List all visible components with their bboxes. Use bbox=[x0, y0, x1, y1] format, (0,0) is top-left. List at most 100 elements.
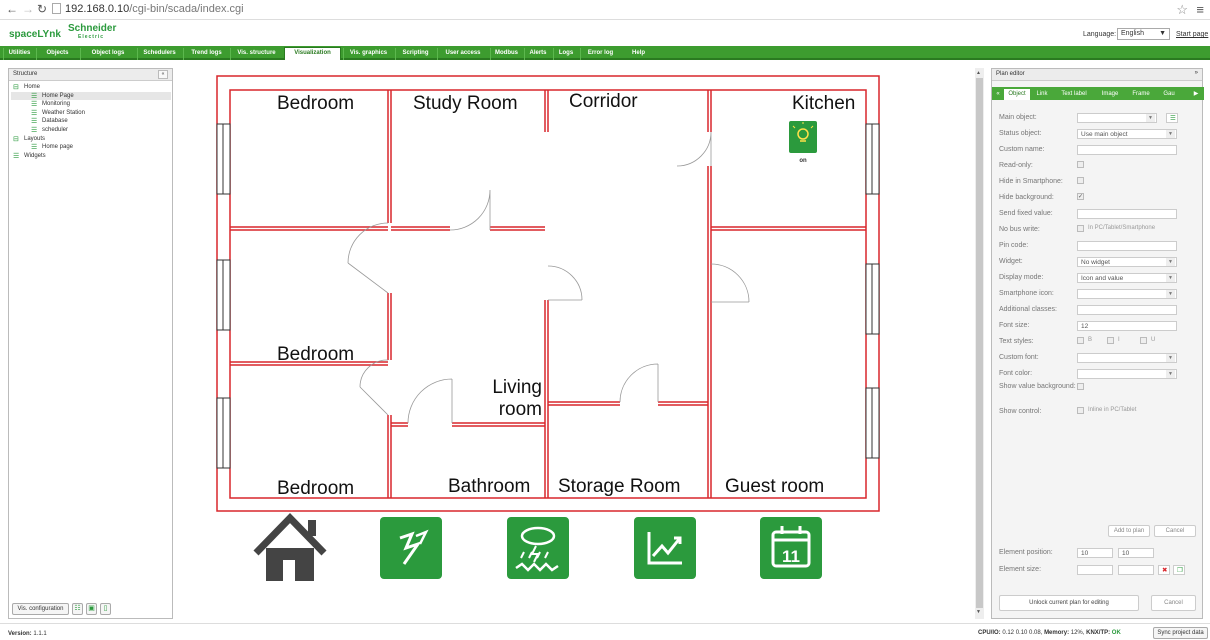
cancel-button[interactable]: Cancel bbox=[1154, 525, 1196, 537]
tree-item[interactable]: ☰ Weather Station bbox=[11, 109, 171, 117]
tab-object-logs[interactable]: Object logs bbox=[80, 48, 135, 60]
visualization-canvas[interactable]: Bedroom Study Room Corridor Kitchen Bedr… bbox=[180, 68, 972, 619]
tree-item[interactable]: ☰ scheduler bbox=[11, 126, 171, 134]
trend-icon[interactable] bbox=[634, 517, 696, 579]
editor-tab-image[interactable]: Image bbox=[1096, 89, 1124, 100]
calendar-icon[interactable]: 11 bbox=[760, 517, 822, 579]
tab-user-access[interactable]: User access bbox=[437, 48, 488, 60]
tab-vis-structure[interactable]: Vis. structure bbox=[230, 48, 282, 60]
custom-name-input[interactable] bbox=[1077, 145, 1177, 155]
tab-objects[interactable]: Objects bbox=[36, 48, 78, 60]
no-bus-write-checkbox[interactable] bbox=[1077, 225, 1084, 232]
tree-item[interactable]: ☰ Monitoring bbox=[11, 100, 171, 108]
scroll-thumb[interactable] bbox=[976, 78, 983, 608]
forward-icon[interactable]: → bbox=[22, 2, 34, 16]
tab-schedulers[interactable]: Schedulers bbox=[137, 48, 181, 60]
weather-icon[interactable] bbox=[507, 517, 569, 579]
bookmark-star-icon[interactable]: ☆ bbox=[1176, 2, 1188, 18]
room-label: Corridor bbox=[569, 91, 638, 112]
main-object-select[interactable]: ▼ bbox=[1077, 113, 1157, 123]
scroll-up-icon[interactable]: ▲ bbox=[976, 70, 981, 76]
start-page-link[interactable]: Start page bbox=[1176, 31, 1208, 38]
tab-scroll-left-icon[interactable]: « bbox=[994, 89, 1002, 100]
show-control-checkbox[interactable] bbox=[1077, 407, 1084, 414]
tree-item[interactable]: ☰ Database bbox=[11, 117, 171, 125]
tree-item[interactable]: ⊟ Layouts bbox=[11, 135, 171, 143]
lamp-status: on bbox=[799, 158, 807, 164]
cancel-edit-button[interactable]: Cancel bbox=[1151, 595, 1196, 611]
editor-tab-link[interactable]: Link bbox=[1032, 89, 1052, 100]
tab-logs[interactable]: Logs bbox=[553, 48, 578, 60]
reload-icon[interactable]: ↻ bbox=[37, 2, 47, 16]
show-value-bg-checkbox[interactable] bbox=[1077, 383, 1084, 390]
tab-error-log[interactable]: Error log bbox=[580, 48, 620, 60]
status-object-select[interactable]: Use main object ▼ bbox=[1077, 129, 1177, 139]
smartphone-icon-select[interactable]: ▼ bbox=[1077, 289, 1177, 299]
scroll-down-icon[interactable]: ▼ bbox=[976, 609, 981, 615]
energy-icon[interactable] bbox=[380, 517, 442, 579]
read-only-checkbox[interactable] bbox=[1077, 161, 1084, 168]
custom-font-select[interactable]: ▼ bbox=[1077, 353, 1177, 363]
tab-scroll-right-icon[interactable]: ▶ bbox=[1192, 89, 1200, 100]
vis-configuration-button[interactable]: Vis. configuration bbox=[12, 603, 69, 615]
widget-select[interactable]: No widget ▼ bbox=[1077, 257, 1177, 267]
add-to-plan-button[interactable]: Add to plan bbox=[1108, 525, 1150, 537]
tab-alerts[interactable]: Alerts bbox=[524, 48, 551, 60]
language-select[interactable]: English ▼ bbox=[1117, 28, 1170, 40]
underline-checkbox[interactable] bbox=[1140, 337, 1147, 344]
home-icon[interactable] bbox=[253, 512, 327, 581]
memory-value: 12%, bbox=[1070, 630, 1085, 636]
size-width-input[interactable] bbox=[1077, 565, 1113, 575]
italic-checkbox[interactable] bbox=[1107, 337, 1114, 344]
editor-tab-text-label[interactable]: Text label bbox=[1054, 89, 1094, 100]
additional-classes-input[interactable] bbox=[1077, 305, 1177, 315]
display-mode-select[interactable]: Icon and value ▼ bbox=[1077, 273, 1177, 283]
room-label: Bedroom bbox=[277, 93, 354, 114]
size-height-input[interactable] bbox=[1118, 565, 1154, 575]
tab-scripting[interactable]: Scripting bbox=[395, 48, 435, 60]
tab-visualization[interactable]: Visualization bbox=[284, 47, 341, 60]
pin-code-input[interactable] bbox=[1077, 241, 1177, 251]
language-value: English bbox=[1121, 30, 1144, 37]
font-color-select[interactable]: ▼ bbox=[1077, 369, 1177, 379]
tab-utilities[interactable]: Utilities bbox=[3, 48, 35, 60]
tree-item[interactable]: ☰ Widgets bbox=[11, 152, 171, 160]
canvas-scrollbar[interactable]: ▲ ▼ bbox=[975, 68, 984, 619]
url-host: 192.168.0.10 bbox=[65, 3, 130, 15]
vendor-sub: Electric bbox=[78, 34, 105, 40]
tab-vis-graphics[interactable]: Vis. graphics bbox=[343, 48, 393, 60]
page-icon bbox=[52, 3, 61, 14]
address-bar[interactable]: 192.168.0.10/cgi-bin/scada/index.cgi bbox=[52, 3, 244, 15]
browser-menu-icon[interactable]: ≡ bbox=[1196, 2, 1204, 17]
send-fixed-input[interactable] bbox=[1077, 209, 1177, 219]
font-size-input[interactable]: 12 bbox=[1077, 321, 1177, 331]
tree-item[interactable]: ⊟ Home bbox=[11, 83, 171, 91]
back-icon[interactable]: ← bbox=[6, 2, 18, 16]
collapse-icon[interactable]: « bbox=[158, 70, 168, 79]
reset-size-icon[interactable]: ✖ bbox=[1158, 565, 1170, 575]
tree-item-label: scheduler bbox=[42, 127, 69, 133]
lamp-widget[interactable]: on bbox=[789, 121, 817, 164]
tab-modbus[interactable]: Modbus bbox=[490, 48, 522, 60]
tree-item[interactable]: ☰ Home page bbox=[11, 143, 171, 151]
tree-icon-button[interactable]: ☷ bbox=[72, 603, 83, 615]
unlock-plan-button[interactable]: Unlock current plan for editing bbox=[999, 595, 1139, 611]
editor-tab-object[interactable]: Object bbox=[1004, 89, 1030, 100]
sync-project-button[interactable]: Sync project data bbox=[1153, 627, 1208, 639]
bold-checkbox[interactable] bbox=[1077, 337, 1084, 344]
editor-tab-frame[interactable]: Frame bbox=[1126, 89, 1156, 100]
monitor-icon-button[interactable]: ▣ bbox=[86, 603, 97, 615]
pin-code-label: Pin code: bbox=[999, 242, 1029, 249]
tab-trend-logs[interactable]: Trend logs bbox=[183, 48, 229, 60]
editor-tab-gau[interactable]: Gau bbox=[1158, 89, 1180, 100]
hide-background-checkbox[interactable]: ✓ bbox=[1077, 193, 1084, 200]
tree-item[interactable]: ☰ Home Page bbox=[11, 91, 171, 100]
aspect-ratio-icon[interactable]: ❐ bbox=[1173, 565, 1185, 575]
tab-help[interactable]: Help bbox=[622, 48, 655, 60]
object-config-icon[interactable]: ☰ bbox=[1166, 113, 1178, 123]
position-y-input[interactable]: 10 bbox=[1118, 548, 1154, 558]
position-x-input[interactable]: 10 bbox=[1077, 548, 1113, 558]
expand-icon[interactable]: » bbox=[1195, 70, 1198, 76]
hide-smartphone-checkbox[interactable] bbox=[1077, 177, 1084, 184]
phone-icon-button[interactable]: ▯ bbox=[100, 603, 111, 615]
